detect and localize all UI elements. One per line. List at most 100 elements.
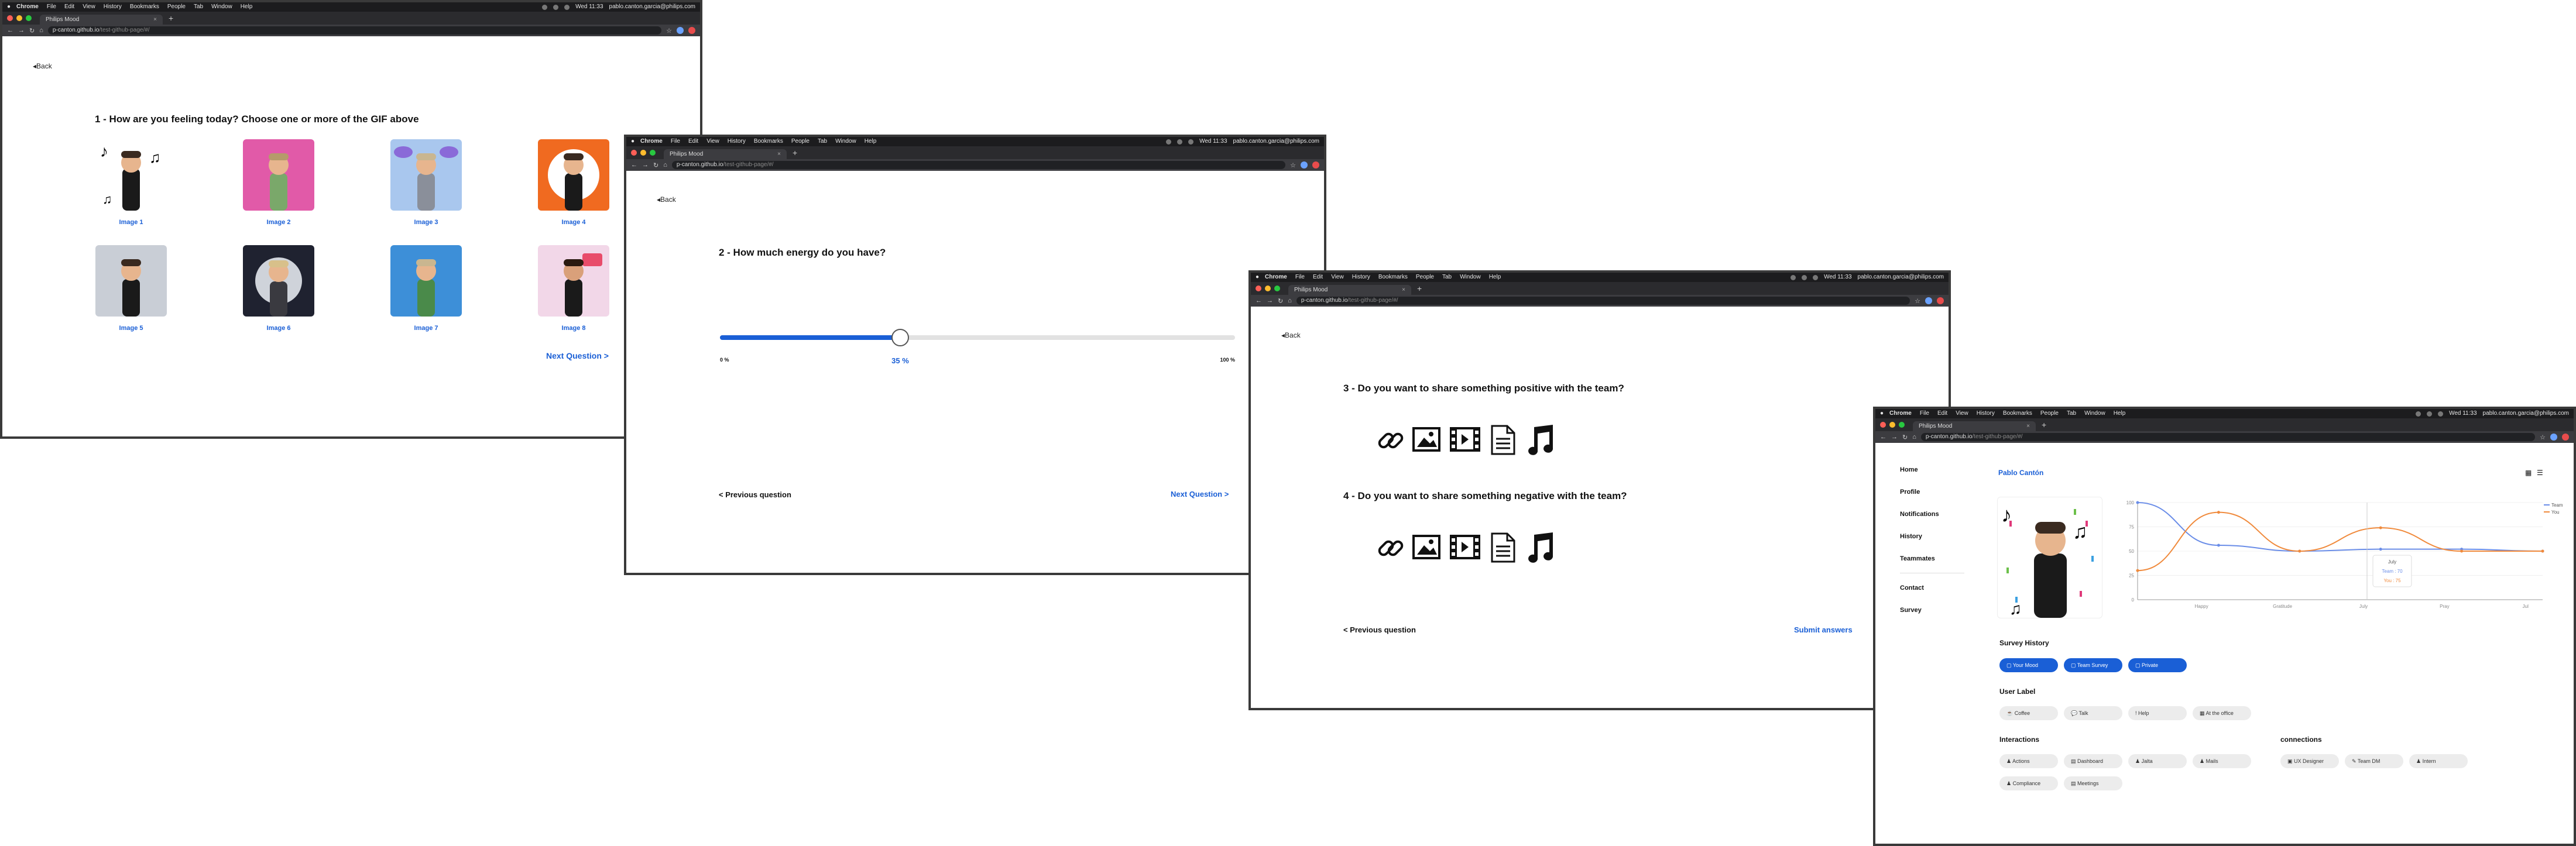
menu-edit[interactable]: Edit xyxy=(688,137,698,146)
energy-slider-track[interactable] xyxy=(720,329,1235,346)
document-icon[interactable] xyxy=(1491,425,1515,455)
star-icon[interactable]: ☆ xyxy=(1915,297,1920,305)
close-window-icon[interactable] xyxy=(1256,286,1261,291)
gif-image-1[interactable]: ♪ ♫ ♫ xyxy=(95,139,167,211)
gif-label-3[interactable]: Image 3 xyxy=(390,219,462,226)
home-icon[interactable]: ⌂ xyxy=(1288,297,1292,304)
menu-people[interactable]: People xyxy=(1416,273,1434,282)
minimize-window-icon[interactable] xyxy=(1265,286,1271,291)
maximize-window-icon[interactable] xyxy=(26,15,32,21)
previous-question-link[interactable]: < Previous question xyxy=(719,490,791,499)
energy-slider-thumb[interactable] xyxy=(891,329,909,346)
nav-home[interactable]: Home xyxy=(1900,466,1918,473)
back-link[interactable]: ◂Back xyxy=(657,195,676,204)
status-icon[interactable] xyxy=(1166,139,1172,145)
status-icon[interactable] xyxy=(542,4,548,10)
menu-app-name[interactable]: Chrome xyxy=(16,2,39,12)
menu-people[interactable]: People xyxy=(2040,409,2059,418)
menu-help[interactable]: Help xyxy=(1489,273,1501,282)
menu-app-name[interactable]: Chrome xyxy=(640,137,663,146)
menu-window[interactable]: Window xyxy=(2084,409,2105,418)
close-tab-icon[interactable]: × xyxy=(153,15,157,25)
gif-image-6[interactable] xyxy=(243,245,314,317)
wifi-icon[interactable] xyxy=(1802,274,1807,280)
gif-image-4[interactable] xyxy=(538,139,609,211)
label-talk[interactable]: 💬 Talk xyxy=(2064,706,2122,720)
battery-icon[interactable] xyxy=(564,4,570,10)
menu-view[interactable]: View xyxy=(706,137,719,146)
home-icon[interactable]: ⌂ xyxy=(39,27,43,34)
submit-answers-link[interactable]: Submit answers xyxy=(1794,625,1853,634)
back-arrow-icon[interactable]: ← xyxy=(7,27,13,34)
forward-arrow-icon[interactable]: → xyxy=(642,161,649,168)
menu-file[interactable]: File xyxy=(47,2,56,12)
video-icon[interactable] xyxy=(1450,535,1480,559)
wifi-icon[interactable] xyxy=(1177,139,1183,145)
home-icon[interactable]: ⌂ xyxy=(1912,434,1916,441)
maximize-window-icon[interactable] xyxy=(1274,286,1280,291)
reload-icon[interactable]: ↻ xyxy=(29,27,35,35)
apple-icon[interactable]: ● xyxy=(1256,273,1259,282)
label-at-the-office[interactable]: ▦ At the office xyxy=(2193,706,2251,720)
star-icon[interactable]: ☆ xyxy=(1290,161,1296,169)
menu-history[interactable]: History xyxy=(728,137,746,146)
close-window-icon[interactable] xyxy=(1880,422,1886,428)
battery-icon[interactable] xyxy=(1813,274,1819,280)
reload-icon[interactable]: ↻ xyxy=(1902,434,1908,441)
menu-file[interactable]: File xyxy=(1920,409,1929,418)
extension-icon[interactable] xyxy=(1312,161,1319,168)
close-window-icon[interactable] xyxy=(7,15,13,21)
gif-label-7[interactable]: Image 7 xyxy=(390,325,462,332)
menu-history[interactable]: History xyxy=(104,2,122,12)
menu-tab[interactable]: Tab xyxy=(194,2,203,12)
menu-edit[interactable]: Edit xyxy=(64,2,74,12)
forward-arrow-icon[interactable]: → xyxy=(18,27,25,34)
reload-icon[interactable]: ↻ xyxy=(653,161,658,169)
label-coffee[interactable]: ☕ Coffee xyxy=(1999,706,2058,720)
wifi-icon[interactable] xyxy=(2427,411,2433,417)
star-icon[interactable]: ☆ xyxy=(666,27,672,35)
maximize-window-icon[interactable] xyxy=(1899,422,1905,428)
apple-icon[interactable]: ● xyxy=(1880,409,1884,418)
new-tab-icon[interactable]: + xyxy=(793,148,797,157)
music-icon[interactable] xyxy=(1528,532,1553,563)
url-field[interactable]: p-canton.github.io/test-github-page/#/ xyxy=(47,26,662,35)
profile-avatar-icon[interactable] xyxy=(2550,434,2557,441)
interaction-compliance[interactable]: ♟ Compliance xyxy=(1999,776,2058,790)
extension-icon[interactable] xyxy=(688,27,695,34)
profile-avatar-icon[interactable] xyxy=(1925,297,1932,304)
gif-label-6[interactable]: Image 6 xyxy=(243,325,314,332)
menu-bookmarks[interactable]: Bookmarks xyxy=(2003,409,2032,418)
close-tab-icon[interactable]: × xyxy=(777,149,781,159)
interaction-dashboard[interactable]: ▤ Dashboard xyxy=(2064,754,2122,768)
nav-teammates[interactable]: Teammates xyxy=(1900,555,1935,562)
music-icon[interactable] xyxy=(1528,425,1553,455)
nav-notifications[interactable]: Notifications xyxy=(1900,511,1939,518)
gif-image-7[interactable] xyxy=(390,245,462,317)
menu-window[interactable]: Window xyxy=(835,137,856,146)
connection-team-dm[interactable]: ✎ Team DM xyxy=(2345,754,2403,768)
menu-history[interactable]: History xyxy=(1977,409,1995,418)
next-question-link[interactable]: Next Question > xyxy=(1171,490,1229,498)
previous-question-link[interactable]: < Previous question xyxy=(1343,625,1416,634)
apple-icon[interactable]: ● xyxy=(631,137,634,146)
link-icon[interactable] xyxy=(1378,432,1404,449)
forward-arrow-icon[interactable]: → xyxy=(1267,297,1273,304)
extension-icon[interactable] xyxy=(2562,434,2569,441)
back-arrow-icon[interactable]: ← xyxy=(1880,434,1886,441)
browser-tab[interactable]: Philips Mood × xyxy=(664,149,787,159)
gif-image-3[interactable] xyxy=(390,139,462,211)
menu-window[interactable]: Window xyxy=(1460,273,1481,282)
menu-file[interactable]: File xyxy=(1295,273,1305,282)
back-link[interactable]: ◂Back xyxy=(33,62,52,70)
menu-people[interactable]: People xyxy=(167,2,186,12)
gif-image-5[interactable] xyxy=(95,245,167,317)
minimize-window-icon[interactable] xyxy=(640,150,646,156)
link-icon[interactable] xyxy=(1378,540,1404,556)
close-tab-icon[interactable]: × xyxy=(1402,285,1405,295)
menu-view[interactable]: View xyxy=(1956,409,1968,418)
nav-contact[interactable]: Contact xyxy=(1900,584,1924,591)
image-icon[interactable] xyxy=(1412,535,1440,559)
menu-app-name[interactable]: Chrome xyxy=(1889,409,1912,418)
url-field[interactable]: p-canton.github.io/test-github-page/#/ xyxy=(1920,433,2536,441)
